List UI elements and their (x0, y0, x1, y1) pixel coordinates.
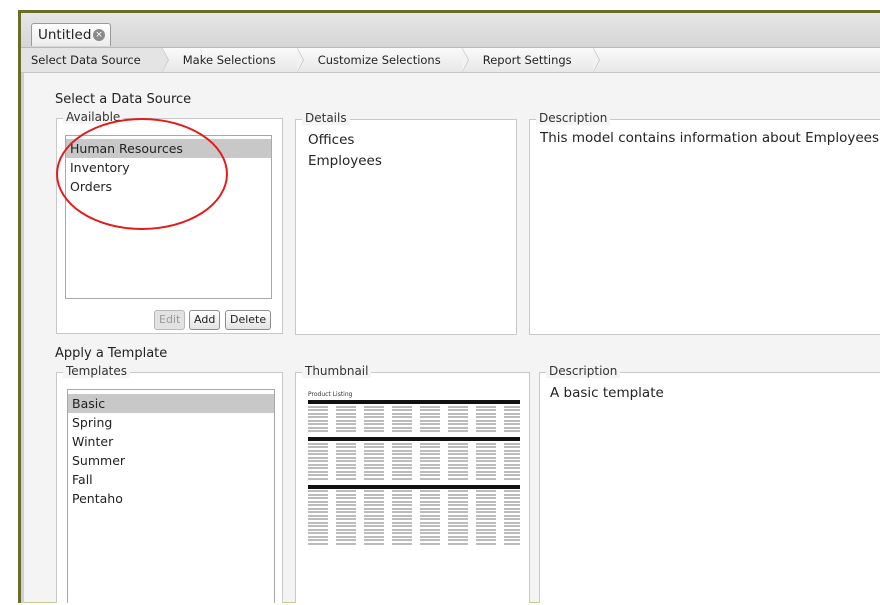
list-item-summer[interactable]: Summer (68, 451, 274, 470)
data-source-description-group: Description This model contains informat… (529, 111, 880, 335)
delete-button[interactable]: Delete (225, 310, 272, 330)
document-tab-strip: Untitled × (21, 13, 880, 48)
wizard-step-bar: Select Data Source Make Selections Custo… (21, 47, 880, 73)
step-select-data-source[interactable]: Select Data Source (21, 47, 169, 73)
list-item-fall[interactable]: Fall (68, 470, 274, 489)
data-source-description-legend: Description (536, 111, 611, 125)
step-make-selections[interactable]: Make Selections (163, 47, 304, 73)
templates-legend: Templates (63, 364, 131, 378)
app-window: Untitled × Select Data Source Make Selec… (18, 10, 880, 603)
template-description-text: A basic template (550, 385, 664, 401)
close-icon[interactable]: × (93, 29, 105, 41)
list-item-human-resources[interactable]: Human Resources (66, 139, 271, 158)
list-item-spring[interactable]: Spring (68, 413, 274, 432)
available-list[interactable]: Human Resources Inventory Orders (65, 135, 272, 299)
left-gutter (21, 73, 24, 603)
edit-button[interactable]: Edit (154, 310, 186, 330)
add-button[interactable]: Add (189, 310, 221, 330)
template-title: Apply a Template (55, 346, 168, 361)
tab-untitled[interactable]: Untitled × (31, 23, 111, 46)
details-group: Details Offices Employees (295, 111, 517, 335)
details-item-offices: Offices (308, 132, 355, 148)
thumbnail-legend: Thumbnail (302, 364, 372, 378)
data-source-title: Select a Data Source (55, 92, 192, 107)
step-report-settings[interactable]: Report Settings (463, 47, 600, 73)
tab-untitled-label: Untitled (38, 27, 92, 43)
template-description-group: Description A basic template (539, 364, 880, 603)
details-item-employees: Employees (308, 153, 382, 169)
list-item-inventory[interactable]: Inventory (66, 158, 271, 177)
thumbnail-header-bar (308, 400, 520, 404)
available-group: Available Human Resources Inventory Orde… (56, 110, 283, 334)
thumbnail-report-title: Product Listing (308, 391, 353, 398)
list-item-winter[interactable]: Winter (68, 432, 274, 451)
list-item-pentaho[interactable]: Pentaho (68, 489, 274, 508)
thumbnail-group: Thumbnail Product Listing (295, 364, 530, 603)
step-customize-selections[interactable]: Customize Selections (298, 47, 469, 73)
available-legend: Available (63, 110, 124, 124)
template-thumbnail-image: Product Listing (308, 385, 520, 575)
templates-group: Templates Basic Spring Winter Summer Fal… (56, 364, 283, 603)
template-description-legend: Description (546, 364, 621, 378)
list-item-orders[interactable]: Orders (66, 177, 271, 196)
details-legend: Details (302, 111, 350, 125)
templates-list[interactable]: Basic Spring Winter Summer Fall Pentaho (67, 389, 275, 603)
list-item-basic[interactable]: Basic (68, 394, 274, 413)
data-source-description-text: This model contains information about Em… (540, 130, 879, 146)
